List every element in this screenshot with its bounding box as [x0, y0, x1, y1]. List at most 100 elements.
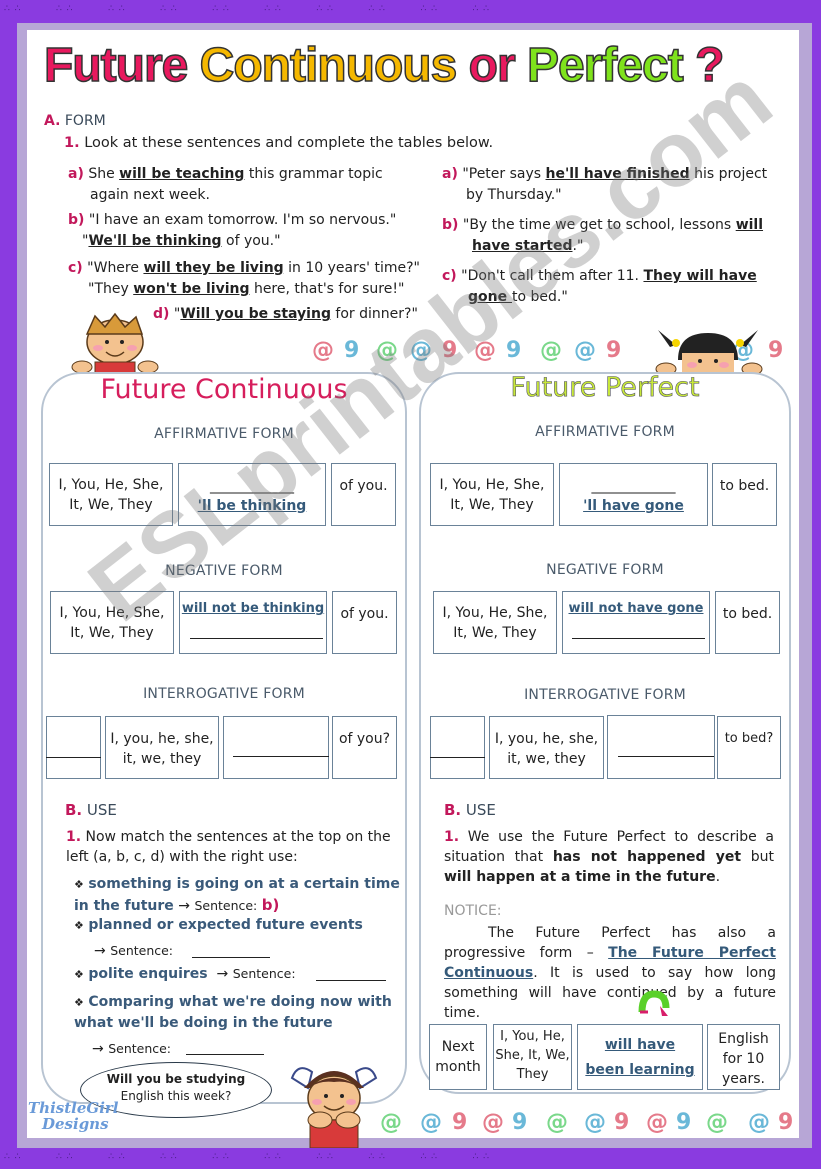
section-b-letter: B.: [444, 801, 462, 819]
answer-blank[interactable]: [190, 638, 323, 639]
use-item: ❖ planned or expected future events: [74, 915, 404, 936]
border-dots-top: ∴ ∴ ∴ ∴ ∴ ∴ ∴ ∴ ∴ ∴ ∴ ∴ ∴ ∴ ∴ ∴ ∴ ∴ ∴ ∴: [4, 4, 490, 14]
curved-arrow-icon: [638, 990, 670, 1018]
sentence-label: b): [68, 212, 85, 228]
sentence-text: his project: [689, 166, 768, 182]
sentence-text: here, that's for sure!": [249, 281, 405, 297]
sentence-highlight: We'll be thinking: [88, 233, 222, 249]
verb-answer: will not have gone: [568, 601, 704, 616]
verb-answer: will not be thinking: [181, 601, 325, 616]
worksheet-title: Future Continuous or Perfect ?: [43, 38, 794, 98]
sentence-highlight: won't be living: [133, 281, 250, 297]
arrow-icon: →: [178, 898, 190, 914]
logo-line1: ThistleGirl: [28, 1099, 119, 1117]
subject-cell: I, you, he, she, it, we, they: [105, 716, 219, 779]
sentence-text: She: [88, 166, 120, 182]
diamond-bullet-icon: ❖: [74, 996, 84, 1009]
verb-cell: ____________ 'll have gone: [559, 463, 708, 526]
answer-blank[interactable]: [233, 756, 329, 757]
sentence-text: in 10 years' time?": [283, 260, 420, 276]
ending-cell: of you.: [331, 463, 396, 526]
answer-blank[interactable]: [186, 1054, 264, 1055]
section-a-letter: A.: [44, 113, 61, 129]
subject-cell: I, You, He, She, It, We, They: [49, 463, 173, 526]
answer-blank[interactable]: ____________: [179, 476, 325, 496]
verb-cell: [223, 716, 329, 779]
use-item-sentence: → Sentence:: [92, 1039, 171, 1059]
section-a-heading: A. FORM: [44, 113, 106, 129]
use-description: planned or expected future events: [88, 917, 363, 933]
swirl-decoration-bottom: @ @ 9 @ 9 @ @ 9 @ 9 @ @ 9: [380, 1110, 794, 1135]
use-item: ❖ something is going on at a certain tim…: [74, 874, 404, 916]
sentence-text: "Don't call them after 11.: [461, 268, 644, 284]
answer-blank[interactable]: [430, 757, 485, 758]
section-b-letter: B.: [65, 801, 83, 819]
verb-cell: [607, 715, 715, 779]
use-description-right: 1. We use the Future Perfect to describe…: [444, 827, 774, 887]
boy-cartoon-image: [70, 312, 160, 375]
sentence-a-right: a) "Peter says he'll have finished his p…: [442, 164, 782, 206]
title-word-or: or: [468, 38, 517, 93]
sentence-label: a): [68, 166, 84, 182]
verb-answer: 'll have gone: [583, 498, 684, 514]
sentence-label: Sentence:: [110, 943, 174, 958]
title-word-continuous: Continuous: [199, 38, 458, 93]
sentence-c-left: c) "Where will they be living in 10 year…: [68, 258, 428, 300]
answer-blank[interactable]: [572, 638, 705, 639]
section-b-heading-right: B. USE: [444, 801, 496, 819]
arrow-icon: →: [92, 1041, 104, 1057]
sentence-label: b): [442, 217, 459, 233]
bubble-bold-text: Will you be studying: [106, 1072, 246, 1086]
sentence-text: "By the time we get to school, lessons: [462, 217, 736, 233]
sentence-label: c): [68, 260, 83, 276]
future-continuous-title: Future Continuous: [100, 374, 348, 405]
instruction-text: Now match the sentences at the top on th…: [66, 829, 391, 865]
notice-label: NOTICE:: [444, 903, 502, 919]
title-question-mark: ?: [694, 38, 725, 93]
section-a-title: FORM: [64, 113, 106, 129]
boy-sitting-cartoon-image: [288, 1058, 380, 1149]
ending-cell: to bed?: [717, 716, 781, 779]
affirmative-form-label: AFFIRMATIVE FORM: [535, 424, 675, 440]
answer-blank[interactable]: ____________: [560, 476, 707, 496]
answer-blank[interactable]: [46, 757, 101, 758]
interrogative-form-label: INTERROGATIVE FORM: [524, 687, 686, 703]
section-b-heading-left: B. USE: [65, 801, 117, 819]
sentence-text: "They: [88, 281, 134, 297]
answer-blank[interactable]: [618, 756, 714, 757]
thistlegirl-designs-logo: ThistleGirl Designs: [28, 1100, 119, 1132]
verb-cell: will not be thinking: [179, 591, 327, 654]
instruction-text: Look at these sentences and complete the…: [84, 135, 494, 151]
sentence-a-left: a) She will be teaching this grammar top…: [68, 164, 418, 206]
diamond-bullet-icon: ❖: [74, 919, 84, 932]
sentence-d-left: d) "Will you be staying for dinner?": [153, 304, 433, 325]
verb-answer: will have: [604, 1037, 676, 1053]
section-b-title: USE: [86, 801, 117, 819]
sentence-answer[interactable]: b): [262, 896, 280, 914]
subject-cell: I, You, He, She, It, We, They: [433, 591, 557, 654]
title-word-perfect: Perfect: [526, 38, 684, 93]
use-emphasis: has not happened yet: [552, 849, 742, 865]
sentence-highlight: he'll have finished: [545, 166, 690, 182]
sentence-text: again next week.: [90, 187, 210, 203]
arrow-icon: →: [94, 943, 106, 959]
use-text: but: [741, 849, 774, 865]
verb-answer: been learning: [585, 1062, 695, 1078]
ending-cell: to bed.: [715, 591, 780, 654]
subject-cell: I, You, He, She, It, We, They: [493, 1024, 572, 1090]
ending-cell: English for 10 years.: [707, 1024, 780, 1090]
verb-cell: will have been learning: [577, 1024, 703, 1090]
sentence-label: Sentence:: [194, 898, 258, 913]
use-item: ❖ Comparing what we're doing now with wh…: [74, 992, 404, 1033]
answer-blank[interactable]: [192, 957, 270, 958]
use-text: .: [715, 869, 721, 885]
title-word-future: Future: [43, 38, 189, 93]
sentence-b-right: b) "By the time we get to school, lesson…: [442, 215, 782, 257]
subject-cell: I, You, He, She, It, We, They: [50, 591, 174, 654]
sentence-text: "I have an exam tomorrow. I'm so nervous…: [88, 212, 397, 228]
sentence-text: ": [82, 233, 89, 249]
instruction-number: 1.: [66, 829, 82, 845]
sentence-highlight: will be teaching: [119, 166, 245, 182]
verb-answer: 'll be thinking: [197, 498, 307, 514]
answer-blank[interactable]: [316, 980, 386, 981]
